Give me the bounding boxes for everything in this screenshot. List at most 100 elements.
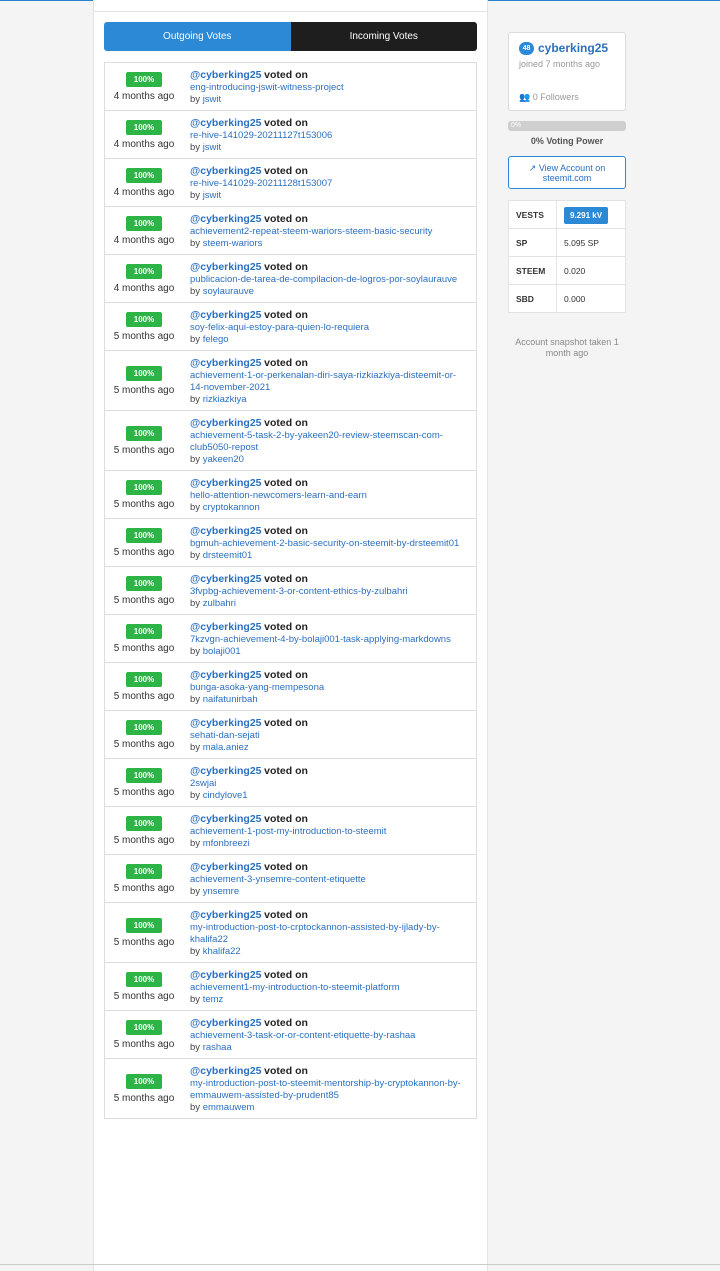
voted-on-label: voted on xyxy=(264,261,308,273)
by-label: by xyxy=(190,994,201,1005)
by-label: by xyxy=(190,142,201,153)
post-link[interactable]: achievement2-repeat-steem-wariors-steem-… xyxy=(190,226,468,238)
author-link[interactable]: temz xyxy=(203,994,224,1005)
vote-percent-badge: 100% xyxy=(126,119,162,135)
post-link[interactable]: 7kzvgn-achievement-4-by-bolaji001-task-a… xyxy=(190,634,468,646)
author-link[interactable]: cindylove1 xyxy=(203,790,248,801)
tab-outgoing-votes[interactable]: Outgoing Votes xyxy=(104,22,291,51)
author-link[interactable]: rashaa xyxy=(203,1042,232,1053)
voter-link[interactable]: @cyberking25 xyxy=(190,621,262,633)
author-link[interactable]: zulbahri xyxy=(203,598,236,609)
post-link[interactable]: my-introduction-post-to-crptockannon-ass… xyxy=(190,922,468,946)
voter-link[interactable]: @cyberking25 xyxy=(190,573,262,585)
vote-meta: 100% 4 months ago xyxy=(105,159,183,206)
voter-link[interactable]: @cyberking25 xyxy=(190,357,262,369)
voter-link[interactable]: @cyberking25 xyxy=(190,417,262,429)
post-link[interactable]: achievement-3-task-or-or-content-etiquet… xyxy=(190,1030,468,1042)
post-link[interactable]: achievement-5-task-2-by-yakeen20-review-… xyxy=(190,430,468,454)
voter-link[interactable]: @cyberking25 xyxy=(190,717,262,729)
voter-link[interactable]: @cyberking25 xyxy=(190,213,262,225)
post-link[interactable]: achievement1-my-introduction-to-steemit-… xyxy=(190,982,468,994)
author-link[interactable]: emmauwem xyxy=(203,1102,255,1113)
balance-key: SBD xyxy=(508,284,557,313)
post-link[interactable]: my-introduction-post-to-steemit-mentorsh… xyxy=(190,1078,468,1102)
by-label: by xyxy=(190,238,201,249)
balance-value: 5.095 SP xyxy=(564,237,599,248)
voter-link[interactable]: @cyberking25 xyxy=(190,309,262,321)
author-link[interactable]: mfonbreezi xyxy=(203,838,250,849)
author-link[interactable]: drsteemit01 xyxy=(203,550,253,561)
voter-link[interactable]: @cyberking25 xyxy=(190,525,262,537)
vote-percent-badge: 100% xyxy=(126,215,162,231)
author-link[interactable]: steem-wariors xyxy=(203,238,263,249)
by-label: by xyxy=(190,946,201,957)
voter-link[interactable]: @cyberking25 xyxy=(190,861,262,873)
voter-link[interactable]: @cyberking25 xyxy=(190,969,262,981)
balance-key: SP xyxy=(508,228,557,257)
voter-link[interactable]: @cyberking25 xyxy=(190,669,262,681)
post-link[interactable]: sehati-dan-sejati xyxy=(190,730,468,742)
tab-incoming-votes[interactable]: Incoming Votes xyxy=(290,22,477,51)
author-link[interactable]: naifatunirbah xyxy=(203,694,258,705)
author-link[interactable]: jswit xyxy=(203,142,221,153)
by-label: by xyxy=(190,790,201,801)
vote-percent-badge: 100% xyxy=(126,527,162,543)
post-link[interactable]: soy-felix-aqui-estoy-para-quien-lo-requi… xyxy=(190,322,468,334)
author-link[interactable]: soylaurauve xyxy=(203,286,254,297)
voted-on-label: voted on xyxy=(264,357,308,369)
profile-username[interactable]: cyberking25 xyxy=(538,41,608,55)
voter-link[interactable]: @cyberking25 xyxy=(190,909,262,921)
author-link[interactable]: rizkiazkiya xyxy=(203,394,247,405)
post-link[interactable]: publicacion-de-tarea-de-compilacion-de-l… xyxy=(190,274,468,286)
balance-value-cell: 5.095 SP xyxy=(556,228,626,257)
post-link[interactable]: 3fvpbg-achievement-3-or-content-ethics-b… xyxy=(190,586,468,598)
author-link[interactable]: mala.aniez xyxy=(203,742,249,753)
post-link[interactable]: bunga-asoka-yang-mempesona xyxy=(190,682,468,694)
balance-row: SP 5.095 SP xyxy=(508,228,626,257)
voting-power-bar: 0% xyxy=(508,121,626,131)
post-link[interactable]: achievement-1-or-perkenalan-diri-saya-ri… xyxy=(190,370,468,394)
vote-details: @cyberking25 voted on 3fvpbg-achievement-… xyxy=(183,567,476,614)
post-link[interactable]: 2swjai xyxy=(190,778,468,790)
author-link[interactable]: bolaji001 xyxy=(203,646,241,657)
author-link[interactable]: khalifa22 xyxy=(203,946,241,957)
vote-row: 100% 5 months ago @cyberking25 voted on my-… xyxy=(105,903,476,963)
voter-link[interactable]: @cyberking25 xyxy=(190,117,262,129)
voter-link[interactable]: @cyberking25 xyxy=(190,1065,262,1077)
vote-row: 100% 5 months ago @cyberking25 voted on 3fv… xyxy=(105,567,476,615)
voter-link[interactable]: @cyberking25 xyxy=(190,165,262,177)
author-link[interactable]: felego xyxy=(203,334,229,345)
post-link[interactable]: achievement-3-ynsemre-content-etiquette xyxy=(190,874,468,886)
post-link[interactable]: bgmuh-achievement-2-basic-security-on-st… xyxy=(190,538,468,550)
voter-link[interactable]: @cyberking25 xyxy=(190,69,262,81)
author-link[interactable]: cryptokannon xyxy=(203,502,260,513)
vote-details: @cyberking25 voted on 7kzvgn-achievement-… xyxy=(183,615,476,662)
by-label: by xyxy=(190,286,201,297)
post-link[interactable]: hello-attention-newcomers-learn-and-earn xyxy=(190,490,468,502)
view-account-button[interactable]: ↗ View Account on steemit.com xyxy=(508,156,626,189)
author-link[interactable]: jswit xyxy=(203,94,221,105)
vote-age: 5 months ago xyxy=(113,498,175,510)
voter-link[interactable]: @cyberking25 xyxy=(190,477,262,489)
voter-link[interactable]: @cyberking25 xyxy=(190,1017,262,1029)
by-label: by xyxy=(190,598,201,609)
voter-link[interactable]: @cyberking25 xyxy=(190,261,262,273)
vote-age: 5 months ago xyxy=(113,594,175,606)
voter-link[interactable]: @cyberking25 xyxy=(190,813,262,825)
voted-on-label: voted on xyxy=(264,765,308,777)
post-link[interactable]: achievement-1-post-my-introduction-to-st… xyxy=(190,826,468,838)
voted-on-label: voted on xyxy=(264,573,308,585)
vote-percent-badge: 100% xyxy=(126,575,162,591)
post-link[interactable]: re-hive-141029-20211128t153007 xyxy=(190,178,468,190)
vote-details: @cyberking25 voted on achievement-1-or-pe… xyxy=(183,351,476,410)
author-link[interactable]: yakeen20 xyxy=(203,454,244,465)
vote-row: 100% 5 months ago @cyberking25 voted on 2sw… xyxy=(105,759,476,807)
author-link[interactable]: ynsemre xyxy=(203,886,239,897)
post-link[interactable]: re-hive-141029-20211127t153006 xyxy=(190,130,468,142)
post-link[interactable]: eng-introducing-jswit-witness-project xyxy=(190,82,468,94)
vote-details: @cyberking25 voted on 2swjai by cindylove1 xyxy=(183,759,476,806)
by-label: by xyxy=(190,886,201,897)
author-link[interactable]: jswit xyxy=(203,190,221,201)
voter-link[interactable]: @cyberking25 xyxy=(190,765,262,777)
balance-row: STEEM 0.020 xyxy=(508,256,626,285)
